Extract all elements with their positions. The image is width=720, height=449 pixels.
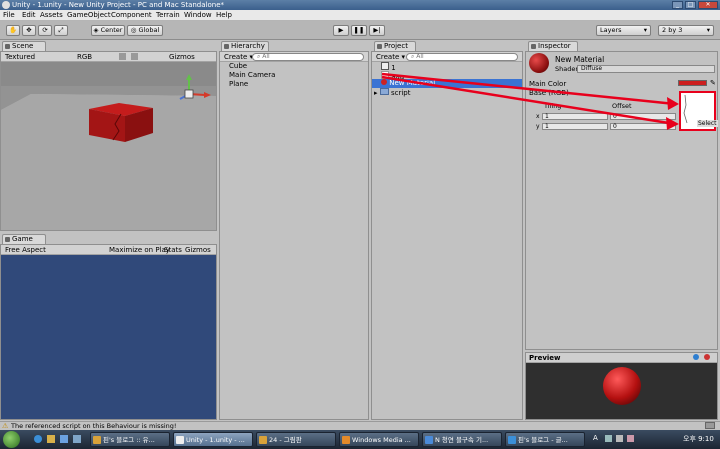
browser-icon <box>93 436 101 444</box>
quicklaunch-desktop-icon[interactable] <box>60 435 68 443</box>
browser-icon <box>508 436 516 444</box>
unity-icon <box>176 436 184 444</box>
preview-label: Preview <box>529 354 561 362</box>
quicklaunch-folder-icon[interactable] <box>47 435 55 443</box>
taskbar-item-unity[interactable]: Unity - 1.unity - ... <box>173 432 253 447</box>
quicklaunch-ie-icon[interactable] <box>34 435 42 443</box>
taskbar-item-blog-write[interactable]: 핀's 블로그 - 글... <box>505 432 585 447</box>
taskbar: 핀's 블로그 :: 유... Unity - 1.unity - ... 24… <box>0 430 720 449</box>
preview-sphere[interactable] <box>603 367 641 405</box>
warning-icon: ⚠ <box>2 422 9 430</box>
clock[interactable]: 오후 9:10 <box>683 434 714 444</box>
tray-icon[interactable] <box>627 435 634 442</box>
preview-panel: Preview <box>525 352 718 420</box>
taskbar-item-blog[interactable]: 핀's 블로그 :: 유... <box>90 432 170 447</box>
language-indicator[interactable]: A <box>593 434 598 442</box>
media-player-icon <box>342 436 350 444</box>
taskbar-item-paint[interactable]: 24 - 그림판 <box>256 432 336 447</box>
document-icon <box>425 436 433 444</box>
start-button[interactable] <box>3 431 20 448</box>
status-message[interactable]: The referenced script on this Behaviour … <box>11 422 177 430</box>
preview-header: Preview <box>526 353 717 363</box>
preview-shape-icon[interactable] <box>704 354 710 360</box>
taskbar-item-media[interactable]: Windows Media ... <box>339 432 419 447</box>
console-icon[interactable] <box>705 422 715 429</box>
volume-icon[interactable] <box>616 435 623 442</box>
network-icon[interactable] <box>605 435 612 442</box>
quicklaunch-switch-icon[interactable] <box>73 435 81 443</box>
paint-icon <box>259 436 267 444</box>
preview-light-icon[interactable] <box>693 354 699 360</box>
status-bar: ⚠ The referenced script on this Behaviou… <box>0 421 720 430</box>
taskbar-item-doc[interactable]: N 청연 블구속 기... <box>422 432 502 447</box>
